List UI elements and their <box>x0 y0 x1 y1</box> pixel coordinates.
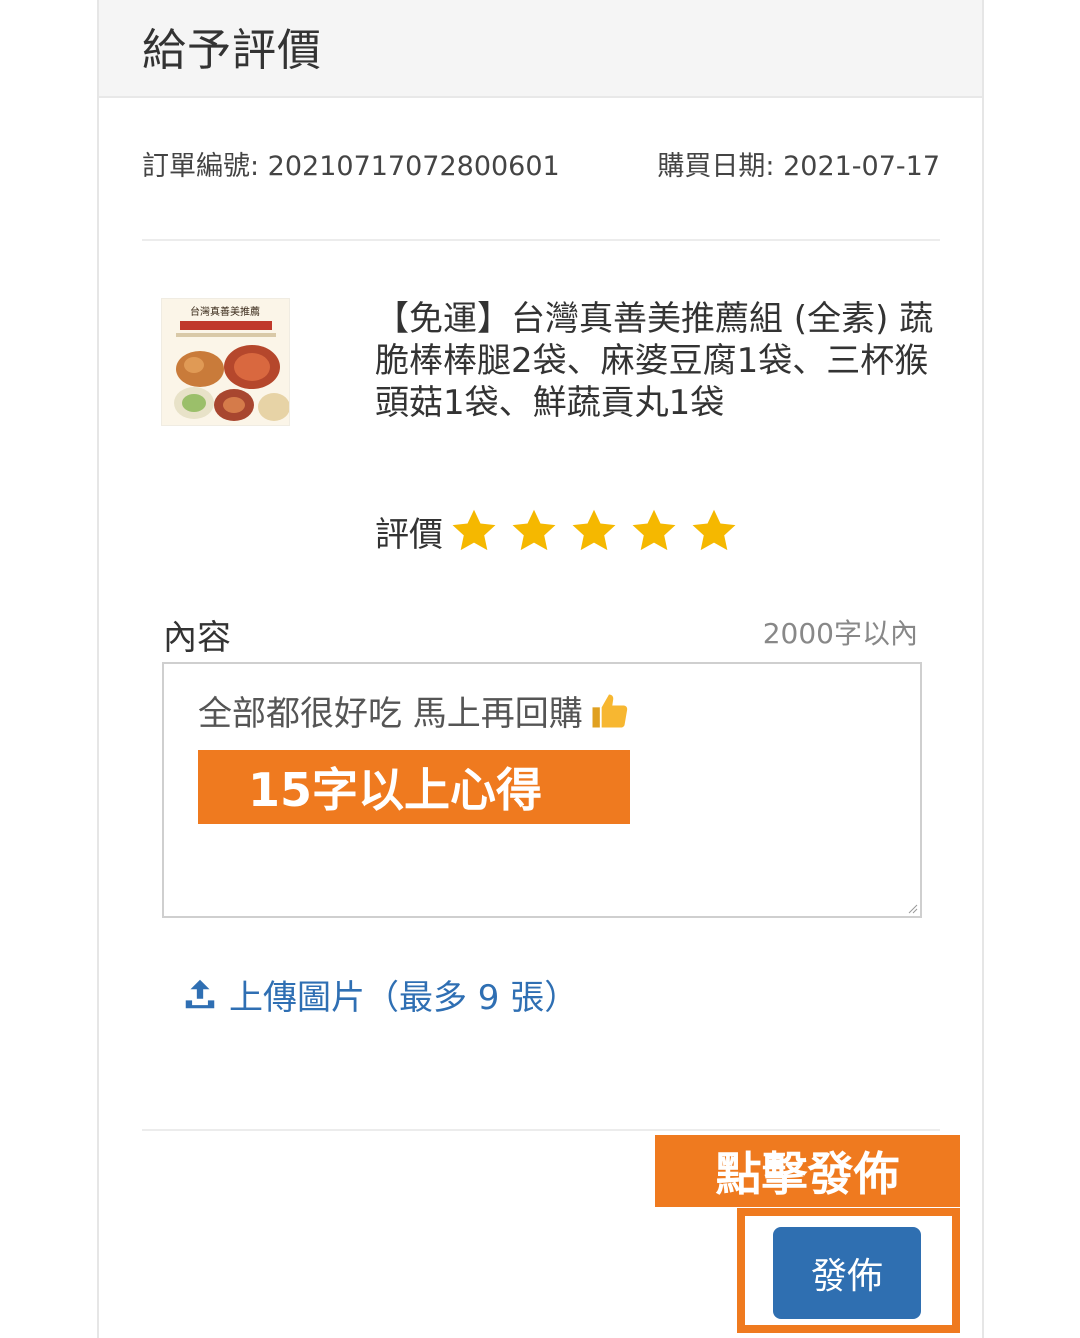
star-icon[interactable] <box>569 506 619 556</box>
review-content-text: 全部都很好吃 馬上再回購 <box>198 686 631 735</box>
product-thumbnail: 台灣真善美推薦 <box>161 298 290 426</box>
divider <box>142 239 940 241</box>
publish-hint-callout: 點擊發佈 <box>655 1135 960 1207</box>
rating-label: 評價 <box>375 514 443 555</box>
review-content-value: 全部都很好吃 馬上再回購 <box>198 694 583 734</box>
star-icon[interactable] <box>509 506 559 556</box>
star-icon[interactable] <box>449 506 499 556</box>
content-hint-callout: 15字以上心得 <box>198 750 630 824</box>
content-limit: 2000字以內 <box>762 617 918 650</box>
product-name: 【免運】台灣真善美推薦組 (全素) 蔬脆棒棒腿2袋、麻婆豆腐1袋、三杯猴頭菇1袋… <box>375 299 934 423</box>
order-info: 訂單編號: 20210717072800601 購買日期: 2021-07-17 <box>142 144 940 184</box>
divider <box>142 1129 940 1131</box>
star-icon[interactable] <box>689 506 739 556</box>
thumbs-up-icon <box>592 694 628 727</box>
panel-header: 給予評價 <box>99 0 982 98</box>
order-number: 訂單編號: 20210717072800601 <box>142 151 560 182</box>
upload-icon <box>185 979 215 1009</box>
resize-handle-icon[interactable] <box>906 902 918 914</box>
rating-row: 評價 <box>375 506 749 556</box>
publish-button[interactable]: 發佈 <box>773 1227 921 1319</box>
purchase-date: 購買日期: 2021-07-17 <box>657 151 940 182</box>
upload-label: 上傳圖片（最多 9 張） <box>229 977 579 1018</box>
page-title: 給予評價 <box>142 25 322 76</box>
content-label: 內容 <box>163 618 231 658</box>
star-icon[interactable] <box>629 506 679 556</box>
thumbnail-title: 台灣真善美推薦 <box>190 305 260 318</box>
upload-images-link[interactable]: 上傳圖片（最多 9 張） <box>181 970 578 1018</box>
